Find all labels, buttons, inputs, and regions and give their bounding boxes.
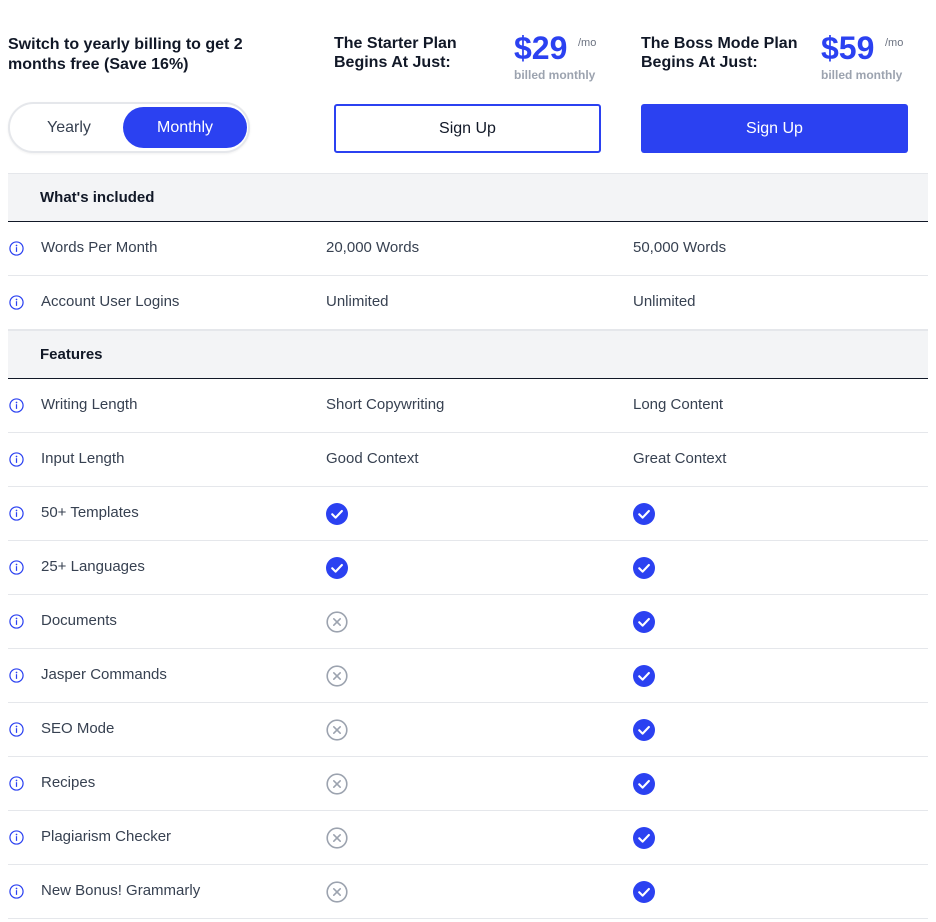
feature-label: SEO Mode: [41, 720, 115, 737]
feature-label: Input Length: [41, 450, 125, 467]
plan-price: $29: [514, 30, 568, 66]
plan-price-period: /mo: [885, 37, 904, 49]
table-row: Writing Length Short Copywriting Long Cont…: [8, 379, 928, 433]
plan-title: The Starter Plan Begins At Just:: [334, 35, 457, 71]
table-row: Recipes: [8, 757, 928, 811]
feature-label: 50+ Templates: [41, 504, 139, 521]
billing-option-yearly[interactable]: Yearly: [14, 107, 124, 148]
billing-option-monthly[interactable]: Monthly: [123, 107, 247, 148]
info-circle-icon[interactable]: [9, 668, 24, 683]
billing-toggle[interactable]: Yearly Monthly: [8, 102, 250, 153]
yearly-billing-promo: Switch to yearly billing to get 2 months…: [8, 36, 243, 73]
boss-plan-value: Unlimited: [633, 293, 696, 310]
boss-plan-value: 50,000 Words: [633, 239, 727, 256]
feature-label: Account User Logins: [41, 293, 180, 310]
section-header: What's included: [8, 173, 928, 222]
plan-starter: The Starter Plan Begins At Just: $29 /mo…: [334, 30, 601, 157]
check-circle-icon: [633, 503, 655, 525]
table-row: SEO Mode: [8, 703, 928, 757]
info-circle-icon[interactable]: [9, 830, 24, 845]
feature-label: Documents: [41, 612, 117, 629]
info-circle-icon[interactable]: [9, 241, 24, 256]
x-circle-icon: [326, 881, 348, 903]
info-circle-icon[interactable]: [9, 722, 24, 737]
check-circle-icon: [633, 557, 655, 579]
x-circle-icon: [326, 773, 348, 795]
boss-plan-value: Long Content: [633, 396, 724, 413]
check-circle-icon: [326, 557, 348, 579]
info-circle-icon[interactable]: [9, 295, 24, 310]
table-row: Input Length Good Context Great Context: [8, 433, 928, 487]
info-circle-icon[interactable]: [9, 776, 24, 791]
check-circle-icon: [633, 773, 655, 795]
boss-mode-sign-up-button[interactable]: Sign Up: [641, 104, 908, 153]
table-row: 50+ Templates: [8, 487, 928, 541]
plan-title: The Boss Mode Plan Begins At Just:: [641, 35, 798, 71]
table-row: 25+ Languages: [8, 541, 928, 595]
feature-label: Writing Length: [41, 396, 138, 413]
x-circle-icon: [326, 665, 348, 687]
table-row: Documents: [8, 595, 928, 649]
plan-price: $59: [821, 30, 875, 66]
check-circle-icon: [633, 611, 655, 633]
check-circle-icon: [633, 719, 655, 741]
plan-billing-note: billed monthly: [514, 68, 596, 82]
feature-label: Plagiarism Checker: [41, 828, 172, 845]
info-circle-icon[interactable]: [9, 884, 24, 899]
info-circle-icon[interactable]: [9, 398, 24, 413]
table-row: Words Per Month 20,000 Words 50,000 Words: [8, 222, 928, 276]
boss-plan-value: Great Context: [633, 450, 727, 467]
table-row: Plagiarism Checker: [8, 811, 928, 865]
feature-label: Words Per Month: [41, 239, 158, 256]
plan-billing-note: billed monthly: [821, 68, 903, 82]
info-circle-icon[interactable]: [9, 614, 24, 629]
starter-plan-value: Good Context: [326, 450, 419, 467]
starter-plan-value: Short Copywriting: [326, 396, 445, 413]
feature-comparison-table: What's included Words Per Month 20,000 Wor…: [8, 173, 928, 919]
feature-label: Recipes: [41, 774, 96, 791]
feature-label: 25+ Languages: [41, 558, 145, 575]
check-circle-icon: [633, 665, 655, 687]
info-circle-icon[interactable]: [9, 452, 24, 467]
starter-plan-value: 20,000 Words: [326, 239, 420, 256]
info-circle-icon[interactable]: [9, 560, 24, 575]
table-row: New Bonus! Grammarly: [8, 865, 928, 919]
plan-boss-mode: The Boss Mode Plan Begins At Just: $59 /…: [641, 30, 908, 157]
x-circle-icon: [326, 827, 348, 849]
feature-label: Jasper Commands: [41, 666, 167, 683]
info-circle-icon[interactable]: [9, 506, 24, 521]
x-circle-icon: [326, 611, 348, 633]
section-header: Features: [8, 330, 928, 379]
starter-sign-up-button[interactable]: Sign Up: [334, 104, 601, 153]
check-circle-icon: [633, 827, 655, 849]
table-row: Account User Logins Unlimited Unlimited: [8, 276, 928, 330]
feature-label: New Bonus! Grammarly: [41, 882, 201, 899]
starter-plan-value: Unlimited: [326, 293, 389, 310]
check-circle-icon: [633, 881, 655, 903]
table-row: Jasper Commands: [8, 649, 928, 703]
pricing-header: Switch to yearly billing to get 2 months…: [0, 0, 936, 172]
check-circle-icon: [326, 503, 348, 525]
x-circle-icon: [326, 719, 348, 741]
plan-price-period: /mo: [578, 37, 597, 49]
